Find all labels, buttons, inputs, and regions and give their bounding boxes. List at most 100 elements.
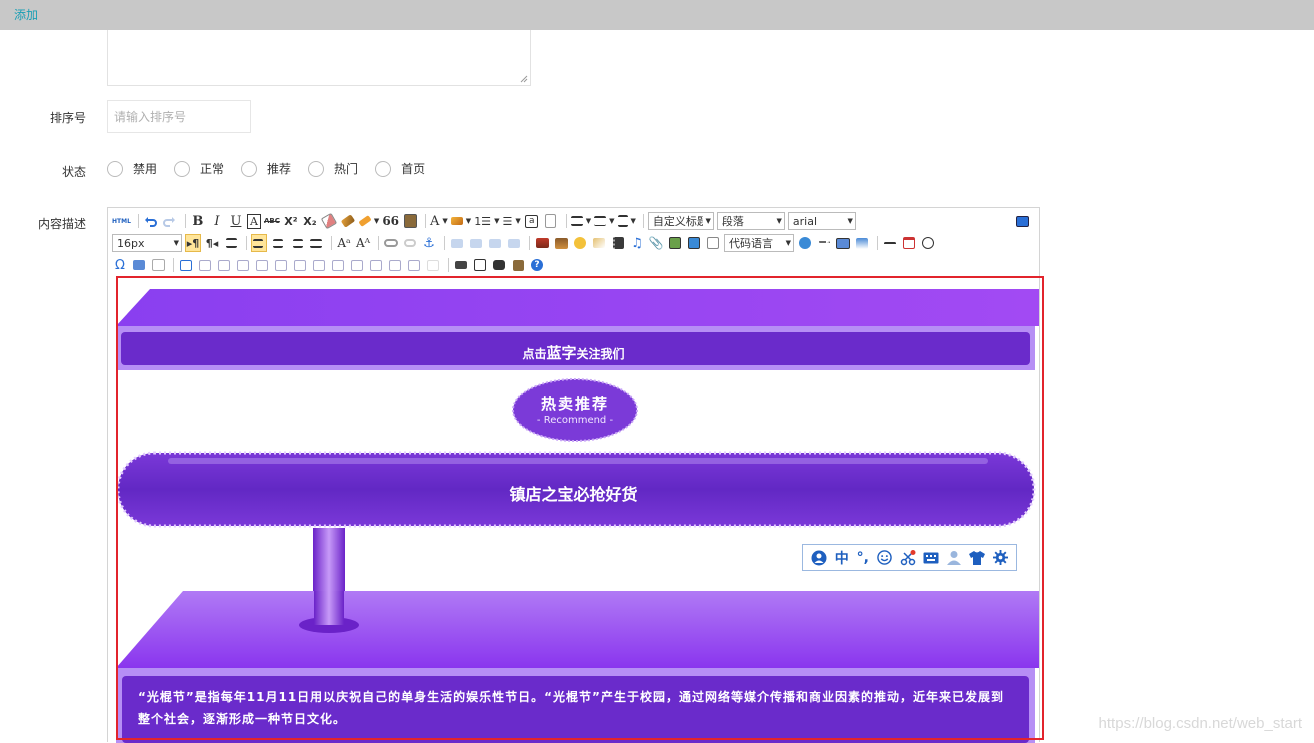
line-height-button[interactable]: ▼ [617,212,636,230]
font-border-button[interactable]: A [246,213,261,229]
settings-icon[interactable] [993,550,1008,565]
search-replace-button[interactable] [491,256,507,274]
paragraph-format-select[interactable]: 段落 ▼ [716,212,785,230]
font-size-select[interactable]: 16px ▼ [112,234,182,252]
help-button[interactable]: ? [529,256,545,274]
gmap-button[interactable] [686,234,702,252]
ime-language-toggle[interactable]: 中 [835,548,849,568]
fullscreen-button[interactable] [1014,212,1030,230]
merge-cells-button[interactable] [311,256,327,274]
rtl-direction-button[interactable]: ¶◂ [204,234,220,252]
ime-logo-icon[interactable] [811,550,827,566]
status-radio-home[interactable]: 首页 [375,160,425,177]
status-radio-normal[interactable]: 正常 [174,160,224,177]
delete-col-button[interactable] [292,256,308,274]
font-color-button[interactable]: A ▼ [430,212,448,230]
row-spacing-bottom-button[interactable]: ▼ [594,212,615,230]
simple-upload-button[interactable] [534,234,550,252]
blockquote-button[interactable]: 66 [382,212,399,230]
insert-time-button[interactable] [920,234,936,252]
insert-paragraph-before-table-button[interactable] [216,256,232,274]
tab-add[interactable]: 添加 [14,6,38,23]
attachment-button[interactable]: 📎 [648,234,664,252]
scrawl-button[interactable] [591,234,607,252]
ltr-direction-button[interactable]: ▸¶ [185,234,201,252]
eraser-button[interactable] [320,212,338,230]
radio-circle[interactable] [174,160,191,177]
image-none-button[interactable] [449,234,465,252]
bold-button[interactable]: B [190,212,206,230]
sort-input[interactable] [107,100,251,133]
user-icon[interactable] [947,550,962,565]
custom-heading-select[interactable]: 自定义标题 ▼ [647,212,714,230]
insert-row-button[interactable] [235,256,251,274]
image-left-button[interactable] [468,234,484,252]
chart-button[interactable] [425,256,441,274]
align-right-button[interactable] [289,234,305,252]
subscript-button[interactable]: X₂ [302,212,318,230]
radio-circle[interactable] [107,160,123,177]
background-button[interactable] [854,234,870,252]
link-button[interactable] [383,234,399,252]
select-all-button[interactable]: a [524,212,540,230]
delete-table-button[interactable] [197,256,213,274]
indent-button[interactable] [223,234,239,252]
pagebreak-button[interactable] [816,234,832,252]
align-justify-button[interactable] [308,234,324,252]
format-painter-button[interactable] [340,212,356,230]
skin-icon[interactable] [969,550,986,565]
status-radio-disabled[interactable]: 禁用 [107,160,157,177]
insert-col-button[interactable] [273,256,289,274]
lowercase-button[interactable]: Aᴬ [355,234,371,252]
scissors-icon[interactable] [900,549,916,566]
align-center-button[interactable] [270,234,286,252]
resize-handle-icon[interactable] [520,75,528,83]
template-button[interactable] [835,234,851,252]
anchor-button[interactable]: ⚓ [421,234,437,252]
emoji-icon[interactable] [877,550,892,565]
status-radio-hot[interactable]: 热门 [308,160,358,177]
html-source-button[interactable]: HTML [112,212,131,230]
split-cols-button[interactable] [406,256,422,274]
clear-document-button[interactable] [543,212,559,230]
background-color-button[interactable]: ▼ [450,212,471,230]
split-cells-button[interactable] [368,256,384,274]
edit-tip-button[interactable] [150,256,166,274]
music-button[interactable]: ♫ [629,234,645,252]
map-button[interactable] [667,234,683,252]
merge-right-button[interactable] [330,256,346,274]
insert-date-button[interactable] [901,234,917,252]
special-chars-button[interactable]: Ω [112,256,128,274]
uppercase-button[interactable]: Aᵃ [336,234,352,252]
underline-button[interactable]: U [228,212,244,230]
print-button[interactable] [453,256,469,274]
insert-frame-button[interactable] [705,234,721,252]
image-center-button[interactable] [506,234,522,252]
redo-button[interactable] [162,212,178,230]
insert-image-button[interactable] [553,234,569,252]
font-family-select[interactable]: arial ▼ [787,212,856,230]
align-left-button[interactable] [251,234,267,252]
ordered-list-button[interactable]: 1☰ ▼ [474,212,499,230]
delete-row-button[interactable] [254,256,270,274]
merge-down-button[interactable] [349,256,365,274]
radio-circle[interactable] [375,160,392,177]
unlink-button[interactable] [402,234,418,252]
paste-text-button[interactable] [402,212,418,230]
strikethrough-button[interactable]: ABC [264,212,280,230]
split-rows-button[interactable] [387,256,403,274]
description-textarea[interactable] [107,30,531,86]
horizontal-rule-button[interactable] [882,234,898,252]
preview-button[interactable] [472,256,488,274]
drafts-button[interactable] [510,256,526,274]
radio-circle[interactable] [241,160,258,177]
radio-circle[interactable] [308,160,325,177]
wordimage-button[interactable] [131,256,147,274]
insert-video-button[interactable] [610,234,626,252]
code-language-select[interactable]: 代码语言 ▼ [724,234,794,252]
auto-format-button[interactable]: ▼ [358,212,379,230]
insert-table-button[interactable] [178,256,194,274]
image-right-button[interactable] [487,234,503,252]
italic-button[interactable]: I [209,212,225,230]
webapp-button[interactable] [797,234,813,252]
